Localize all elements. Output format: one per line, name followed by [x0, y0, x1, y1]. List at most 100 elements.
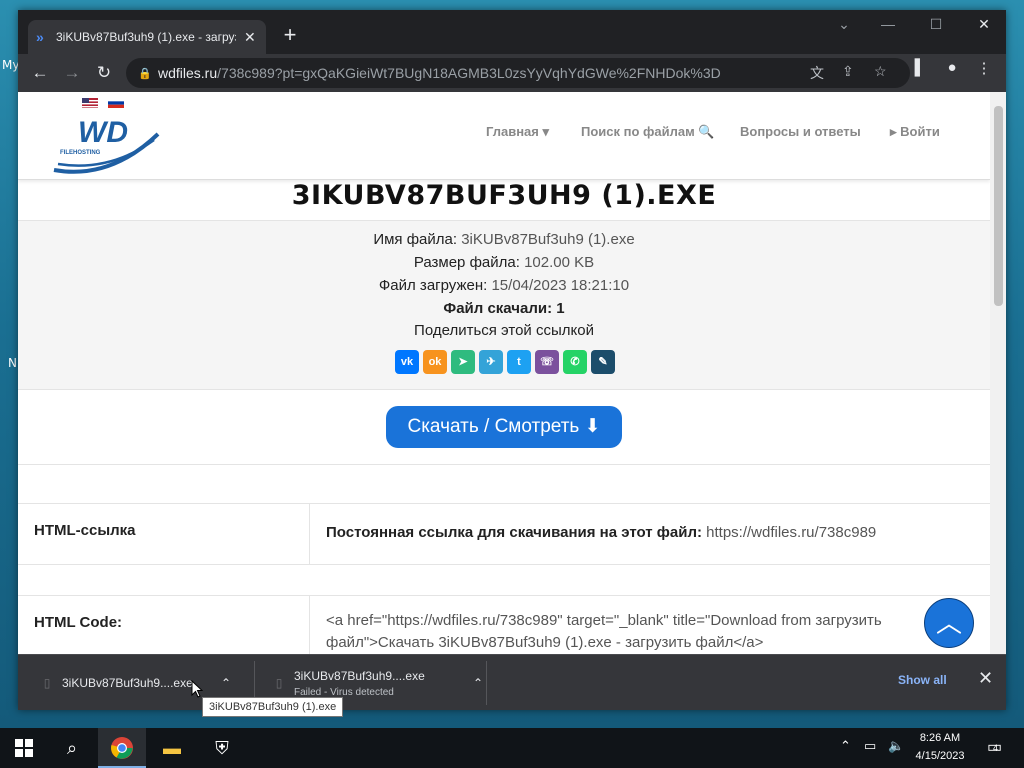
permanent-link-label: Постоянная ссылка для скачивания на этот… — [326, 524, 702, 541]
favicon-icon: » — [36, 29, 44, 45]
html-link-label: HTML-ссылка — [18, 504, 310, 564]
html-code-value[interactable]: <a href="https://wdfiles.ru/738c989" tar… — [310, 596, 990, 654]
side-panel-icon[interactable]: ▌ — [906, 59, 934, 76]
download-view-button[interactable]: Скачать / Смотреть ⬇ — [386, 406, 622, 448]
security-shield-icon[interactable]: ⛨ — [198, 728, 246, 768]
us-flag-icon[interactable] — [82, 98, 98, 108]
html-link-value-cell: Постоянная ссылка для скачивания на этот… — [310, 504, 990, 562]
network-icon[interactable]: ▭ — [864, 738, 876, 754]
share-vk-icon[interactable]: vk — [395, 350, 419, 374]
html-code-label: HTML Code: — [18, 596, 310, 654]
share-buttons: vk ok ➤ ✈ t ☏ ✆ ✎ — [395, 350, 615, 374]
file-size-value: 102.00 KB — [524, 254, 595, 271]
url-path: /738c989?pt=gxQaKGieiWt7BUgN18AGMB3L0zsY… — [217, 65, 721, 81]
nav-file-search[interactable]: Поиск по файлам 🔍 — [581, 124, 715, 140]
notification-count: 4 — [993, 743, 999, 753]
tab-title: 3iKUBv87Buf3uh9 (1).exe - загрузить файл — [56, 30, 236, 44]
download-status: Failed - Virus detected — [294, 686, 394, 698]
shelf-divider — [486, 661, 487, 705]
profile-icon[interactable]: ● — [938, 59, 966, 76]
site-logo[interactable]: WD FILEHOSTING — [50, 110, 170, 180]
scroll-to-top-button[interactable]: ︿ — [924, 598, 974, 648]
chevron-up-icon[interactable]: ⌃ — [464, 676, 492, 690]
file-title: 3IKUBV87BUF3UH9 (1).EXE — [291, 180, 717, 211]
notification-center-icon[interactable]: ▭ 4 — [985, 737, 1007, 759]
chevron-up-icon[interactable]: ⌃ — [212, 676, 240, 690]
upload-date-line: Файл загружен: 15/04/2023 18:21:10 — [18, 277, 990, 294]
close-shelf-icon[interactable]: ✕ — [978, 668, 993, 689]
back-button[interactable]: ← — [24, 57, 56, 89]
share-twitter-icon[interactable]: t — [507, 350, 531, 374]
download-text: 3iKUBv87Buf3uh9....exe Failed - Virus de… — [294, 669, 464, 698]
tab-close-icon[interactable]: ✕ — [244, 29, 256, 46]
bookmark-star-icon[interactable]: ☆ — [874, 63, 887, 80]
upload-date-value: 15/04/2023 18:21:10 — [491, 277, 630, 294]
windows-icon — [15, 739, 33, 757]
show-all-button[interactable]: Show all — [898, 673, 947, 687]
share-label: Поделиться этой ссылкой — [414, 322, 594, 339]
nav-home[interactable]: Главная ▾ — [486, 124, 549, 140]
file-icon: ▯ — [275, 676, 283, 690]
desktop-label-n: N — [8, 356, 17, 370]
tab-strip: » 3iKUBv87Buf3uh9 (1).exe - загрузить фа… — [18, 10, 1006, 54]
page-scrollbar[interactable] — [990, 92, 1006, 654]
permanent-link-url[interactable]: https://wdfiles.ru/738c989 — [702, 524, 876, 541]
nav-faq[interactable]: Вопросы и ответы — [740, 124, 861, 139]
tray-chevron-icon[interactable]: ⌃ — [840, 738, 851, 754]
clock-date[interactable]: 4/15/2023 — [900, 750, 980, 762]
tooltip: 3iKUBv87Buf3uh9 (1).exe — [202, 697, 344, 717]
ru-flag-icon[interactable] — [108, 98, 124, 108]
web-page: WD FILEHOSTING Главная ▾ Поиск по файлам… — [18, 92, 990, 654]
download-count-label: Файл скачали: — [443, 300, 553, 317]
site-header: WD FILEHOSTING Главная ▾ Поиск по файлам… — [18, 92, 990, 180]
file-size-line: Размер файла: 102.00 KB — [18, 254, 990, 271]
minimize-button[interactable]: — — [868, 16, 908, 32]
close-window-button[interactable]: ✕ — [964, 16, 1004, 33]
upload-date-label: Файл загружен: — [378, 277, 488, 294]
share-odnoklassniki-icon[interactable]: ok — [423, 350, 447, 374]
share-whatsapp-icon[interactable]: ✆ — [563, 350, 587, 374]
share-livejournal-icon[interactable]: ✎ — [591, 350, 615, 374]
address-bar[interactable]: 🔒 wdfiles.ru /738c989?pt=gxQaKGieiWt7BUg… — [126, 58, 910, 88]
file-icon: ▯ — [43, 676, 51, 690]
logo-text: WD — [78, 116, 128, 149]
menu-icon[interactable]: ⋮ — [970, 59, 998, 77]
file-name-line: Имя файла: 3iKUBv87Buf3uh9 (1).exe — [18, 231, 990, 248]
lock-icon[interactable]: 🔒 — [138, 67, 158, 80]
browser-toolbar: ← → ↻ 🔒 wdfiles.ru /738c989?pt=gxQaKGiei… — [18, 54, 1006, 92]
url-host: wdfiles.ru — [158, 65, 218, 81]
share-sms-icon[interactable]: ➤ — [451, 350, 475, 374]
tab-search-chevron-icon[interactable]: ⌄ — [824, 16, 864, 33]
share-telegram-icon[interactable]: ✈ — [479, 350, 503, 374]
mouse-cursor-icon — [191, 680, 203, 698]
file-name-value: 3iKUBv87Buf3uh9 (1).exe — [461, 231, 635, 248]
logo-subtext: FILEHOSTING — [60, 150, 101, 156]
new-tab-button[interactable]: + — [276, 22, 304, 50]
download-shelf: ▯ 3iKUBv87Buf3uh9....exe ⌃ ▯ 3iKUBv87Buf… — [18, 654, 1006, 710]
html-link-row: HTML-ссылка Постоянная ссылка для скачив… — [18, 503, 990, 565]
translate-icon[interactable]: 文 — [810, 63, 824, 83]
download-filename: 3iKUBv87Buf3uh9....exe — [62, 676, 193, 690]
start-button[interactable] — [0, 728, 48, 768]
desktop-label-my: My — [2, 58, 20, 72]
search-icon[interactable]: ⌕ — [48, 728, 96, 768]
maximize-button[interactable]: ☐ — [916, 16, 956, 33]
forward-button[interactable]: → — [56, 57, 88, 89]
browser-tab[interactable]: » 3iKUBv87Buf3uh9 (1).exe - загрузить фа… — [28, 20, 266, 54]
clock-time[interactable]: 8:26 AM — [900, 732, 980, 744]
reload-button[interactable]: ↻ — [88, 57, 120, 89]
file-explorer-icon[interactable]: ▬ — [148, 728, 196, 768]
download-count-line: Файл скачали: 1 — [18, 300, 990, 317]
scrollbar-thumb[interactable] — [994, 106, 1003, 306]
file-name-label: Имя файла: — [373, 231, 458, 248]
share-icon[interactable]: ⇪ — [842, 63, 854, 80]
chrome-taskbar-button[interactable] — [98, 728, 146, 768]
html-code-row: HTML Code: <a href="https://wdfiles.ru/7… — [18, 595, 990, 654]
share-viber-icon[interactable]: ☏ — [535, 350, 559, 374]
download-filename: 3iKUBv87Buf3uh9....exe — [294, 668, 425, 683]
nav-login[interactable]: ▸ Войти — [890, 124, 940, 140]
chrome-icon — [111, 737, 133, 759]
download-section: Скачать / Смотреть ⬇ — [18, 390, 990, 465]
taskbar: ⌕ ▬ ⛨ ⌃ ▭ 🔈 8:26 AM 4/15/2023 — [0, 728, 1024, 768]
file-size-label: Размер файла: — [413, 254, 520, 271]
